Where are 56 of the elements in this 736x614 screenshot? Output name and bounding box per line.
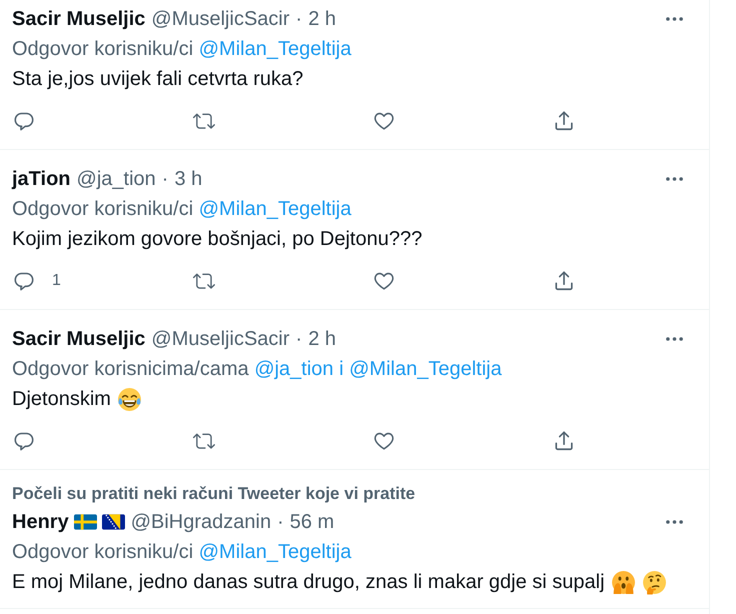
user-handle[interactable]: @BiHgradzanin bbox=[130, 510, 272, 534]
user-handle[interactable]: @MuseljicSacir bbox=[151, 8, 290, 30]
share-button[interactable] bbox=[553, 270, 575, 292]
share-icon bbox=[553, 110, 575, 132]
share-icon bbox=[553, 430, 575, 452]
sweden-flag-icon bbox=[74, 514, 97, 530]
bosnia-flag-icon bbox=[102, 514, 125, 530]
like-button[interactable] bbox=[373, 110, 395, 132]
tweet-text: Kojim jezikom govore bošnjaci, po Dejtonu??? bbox=[12, 227, 422, 252]
share-icon bbox=[553, 270, 575, 292]
user-name[interactable]: jaTion bbox=[12, 168, 71, 190]
more-button[interactable] bbox=[666, 337, 683, 341]
reply-context: Odgovor korisnicima/cama @ja_tion i @Milan_Tegeltija bbox=[12, 357, 502, 382]
more-icon bbox=[666, 177, 683, 181]
timestamp[interactable]: 2 h bbox=[308, 8, 336, 30]
tweet-text: Sta je,jos uvijek fali cetvrta ruka? bbox=[12, 67, 304, 92]
comment-icon bbox=[13, 430, 35, 452]
comment-icon bbox=[13, 270, 35, 292]
like-button[interactable] bbox=[373, 430, 395, 452]
reply-button[interactable] bbox=[13, 110, 35, 132]
reply-context: Odgovor korisniku/ci @Milan_Tegeltija bbox=[12, 37, 352, 62]
timestamp[interactable]: 3 h bbox=[174, 168, 202, 190]
heart-icon bbox=[373, 270, 395, 292]
more-button[interactable] bbox=[666, 520, 683, 524]
reply-context: Odgovor korisniku/ci @Milan_Tegeltija bbox=[12, 197, 352, 222]
social-context: Počeli su pratiti neki računi Tweeter koje vi pratite bbox=[12, 483, 416, 505]
share-button[interactable] bbox=[553, 110, 575, 132]
heart-icon bbox=[373, 110, 395, 132]
laughing-face-icon bbox=[116, 386, 142, 412]
heart-icon bbox=[373, 430, 395, 452]
user-handle[interactable]: @ja_tion bbox=[76, 168, 156, 190]
reply-button[interactable]: 1 bbox=[13, 270, 61, 292]
timestamp[interactable]: 56 m bbox=[290, 510, 334, 534]
face-with-hands-icon bbox=[610, 570, 636, 594]
like-button[interactable] bbox=[373, 270, 395, 292]
more-icon bbox=[666, 17, 683, 21]
user-name[interactable]: Sacir Museljic bbox=[12, 8, 146, 30]
separator: · bbox=[296, 328, 302, 350]
more-icon bbox=[666, 337, 683, 341]
separator: · bbox=[162, 168, 168, 190]
user-name[interactable]: Henry bbox=[12, 510, 69, 534]
share-button[interactable] bbox=[553, 430, 575, 452]
user-name[interactable]: Sacir Museljic bbox=[12, 328, 146, 350]
tweet-text: E moj Milane, jedno danas sutra drugo, znas li makar gdje si supalj bbox=[12, 570, 605, 595]
user-handle[interactable]: @MuseljicSacir bbox=[151, 328, 290, 350]
thinking-face-icon bbox=[642, 570, 667, 594]
separator: · bbox=[296, 8, 302, 30]
reply-context: Odgovor korisniku/ci @Milan_Tegeltija bbox=[12, 540, 352, 565]
comment-icon bbox=[13, 110, 35, 132]
tweet-text: Djetonskim bbox=[12, 387, 111, 412]
more-icon bbox=[666, 520, 683, 524]
more-button[interactable] bbox=[666, 177, 683, 181]
reply-button[interactable] bbox=[13, 430, 35, 452]
timestamp[interactable]: 2 h bbox=[308, 328, 336, 350]
more-button[interactable] bbox=[666, 17, 683, 21]
separator: · bbox=[277, 510, 284, 534]
